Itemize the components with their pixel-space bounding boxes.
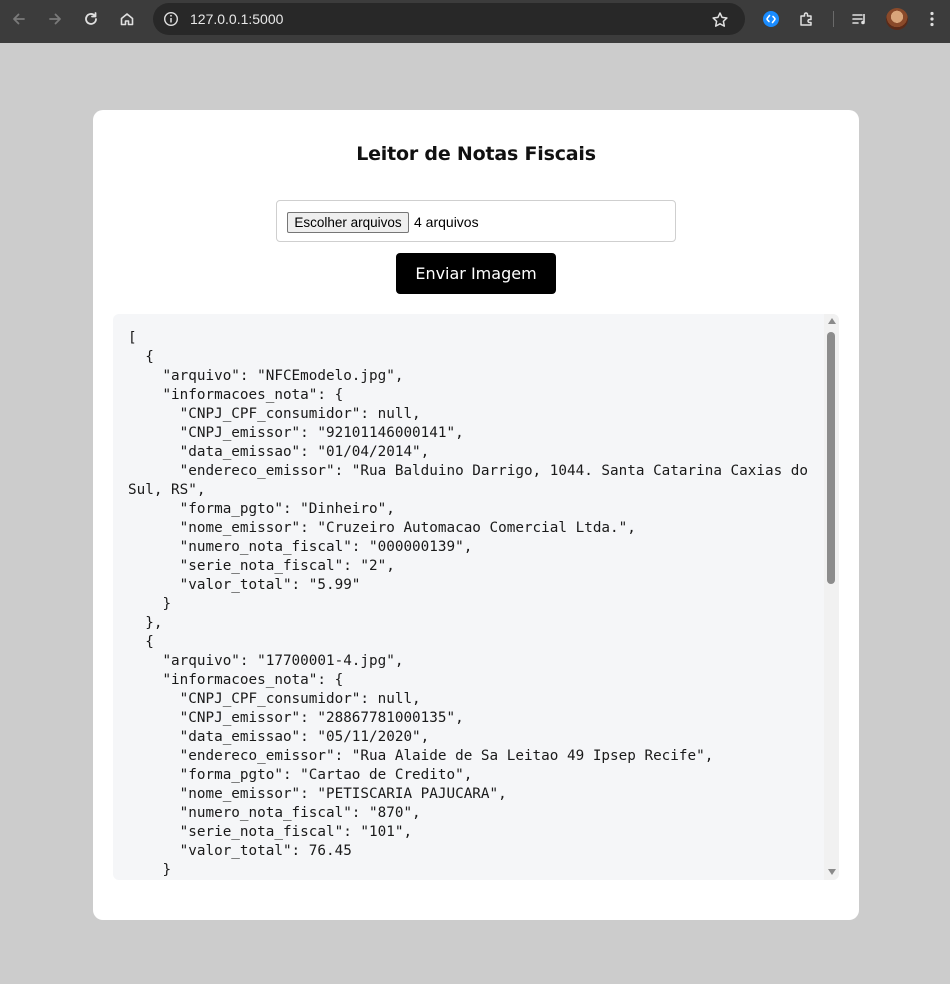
home-icon[interactable] (116, 8, 138, 30)
shazam-extension-icon[interactable] (760, 8, 782, 30)
main-card: Leitor de Notas Fiscais Escolher arquivo… (93, 110, 859, 920)
extensions-puzzle-icon[interactable] (796, 8, 818, 30)
file-count-label: 4 arquivos (414, 214, 479, 230)
site-info-icon[interactable] (162, 10, 180, 28)
submit-image-button[interactable]: Enviar Imagem (396, 253, 556, 294)
toolbar-divider (833, 11, 834, 27)
scroll-up-arrow-icon[interactable] (828, 318, 836, 324)
scroll-down-arrow-icon[interactable] (828, 869, 836, 875)
bookmark-star-icon[interactable] (710, 10, 730, 30)
output-scrollbar[interactable] (824, 314, 839, 880)
scroll-thumb[interactable] (827, 332, 835, 584)
forward-icon[interactable] (44, 8, 66, 30)
browser-toolbar: 127.0.0.1:5000 (0, 0, 950, 43)
menu-kebab-icon[interactable] (921, 8, 943, 30)
reload-icon[interactable] (80, 8, 102, 30)
back-icon[interactable] (8, 8, 30, 30)
url-text[interactable]: 127.0.0.1:5000 (190, 3, 283, 35)
address-bar[interactable]: 127.0.0.1:5000 (153, 3, 745, 35)
choose-files-button[interactable]: Escolher arquivos (287, 212, 409, 233)
media-control-icon[interactable] (849, 8, 871, 30)
json-output-text: [ { "arquivo": "NFCEmodelo.jpg", "inform… (128, 330, 809, 878)
page-title: Leitor de Notas Fiscais (356, 143, 596, 165)
file-input[interactable]: Escolher arquivos 4 arquivos (276, 200, 676, 242)
profile-avatar[interactable] (886, 8, 908, 30)
json-output-panel[interactable]: [ { "arquivo": "NFCEmodelo.jpg", "inform… (113, 314, 839, 880)
